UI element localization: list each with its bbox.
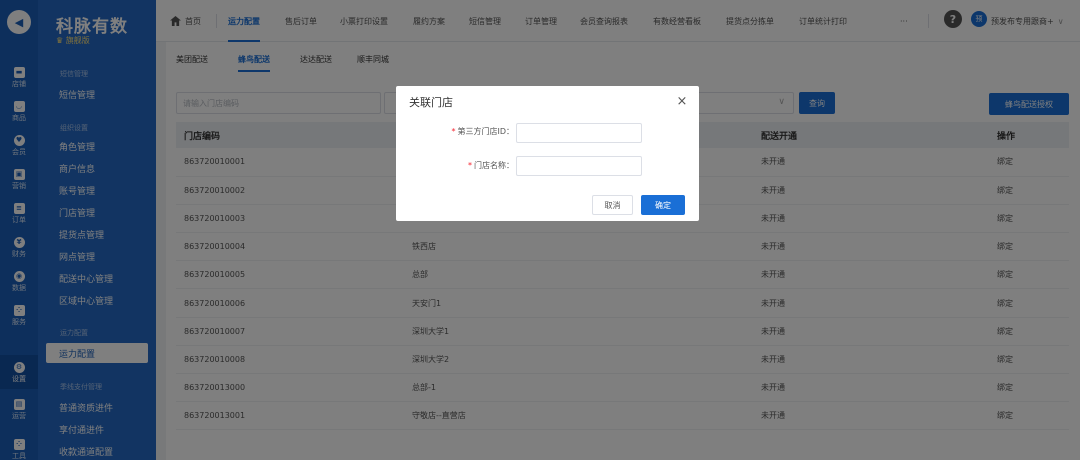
label-text: 第三方门店ID： [457,127,514,136]
label-text: 门店名称： [474,161,514,170]
required-mark: * [451,127,456,136]
store-name-label: * 门店名称： [426,160,514,171]
confirm-button[interactable]: 确定 [641,195,685,215]
link-store-dialog: 关联门店 × * 第三方门店ID： * 门店名称： 取消 确定 [396,86,699,221]
third-party-id-label: * 第三方门店ID： [426,126,514,137]
cancel-button[interactable]: 取消 [592,195,633,215]
close-icon[interactable]: × [675,94,689,109]
third-party-id-input[interactable] [516,123,642,143]
dialog-title: 关联门店 [409,96,453,109]
modal-overlay[interactable] [0,0,1080,460]
required-mark: * [468,161,472,170]
store-name-input[interactable] [516,156,642,176]
